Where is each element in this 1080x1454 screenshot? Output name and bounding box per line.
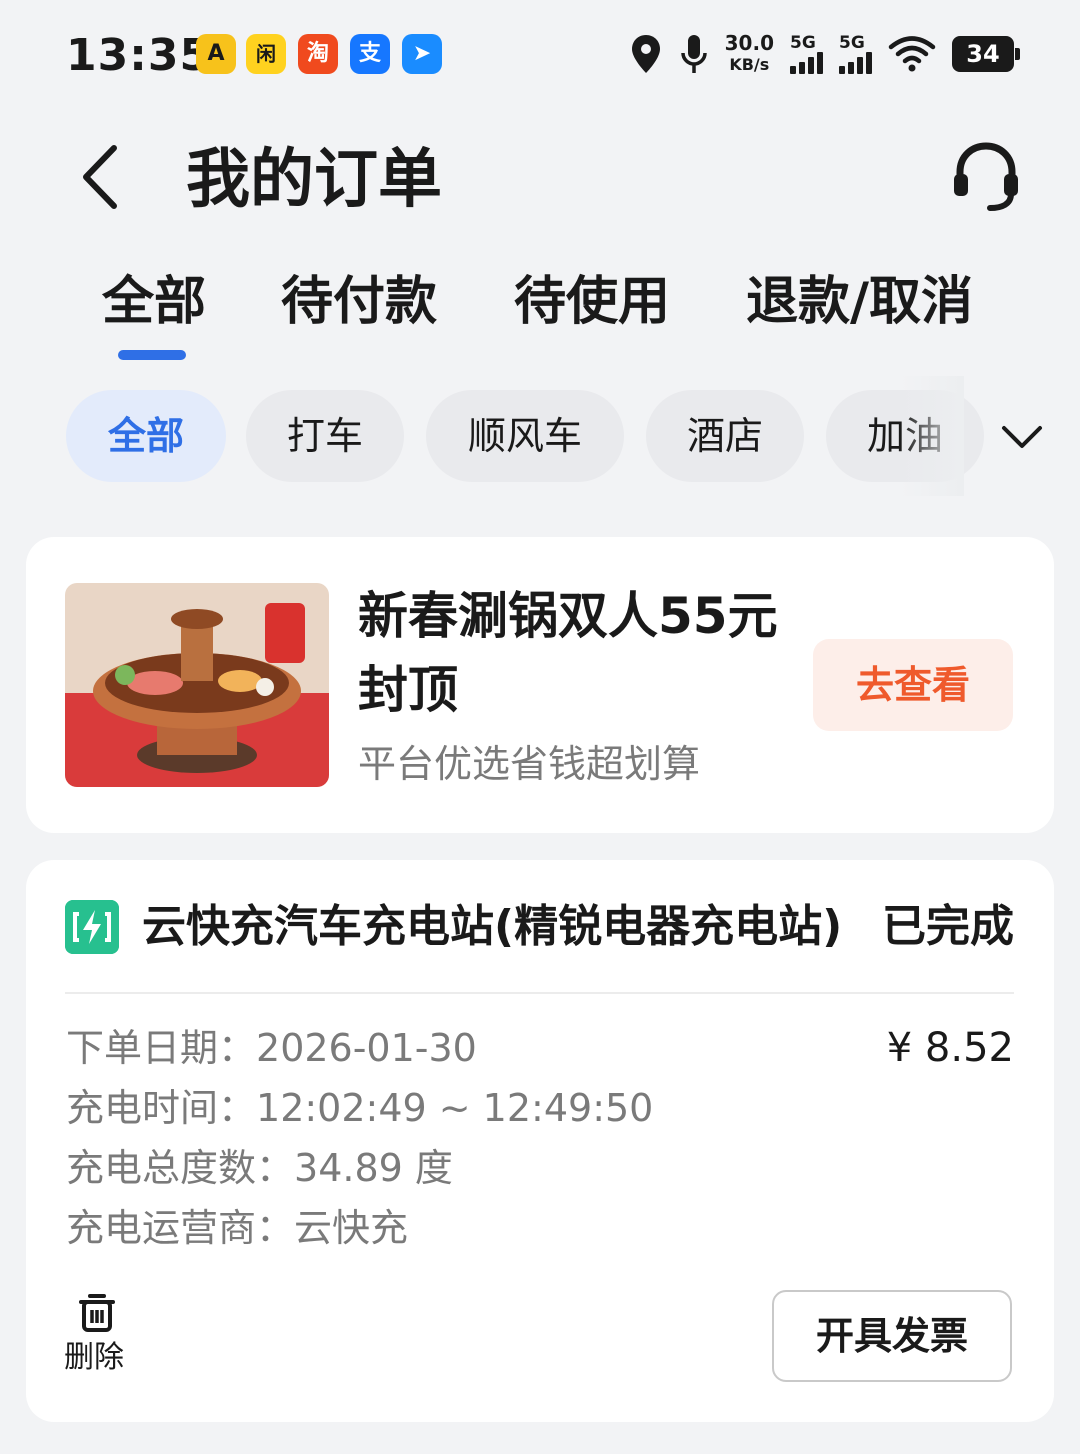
signal-5g-1: 5G — [790, 34, 823, 74]
filter-chip-all[interactable]: 全部 — [66, 390, 226, 482]
order-status-tabs: 全部 待付款 待使用 退款/取消 — [0, 268, 1080, 368]
order-status: 已完成 — [882, 901, 1014, 952]
filter-chip-taxi[interactable]: 打车 — [246, 390, 404, 482]
hotpot-promo-image — [65, 583, 329, 787]
alipay-app-icon: 支 — [350, 34, 390, 74]
signal-bars-icon — [839, 52, 872, 74]
back-arrow-icon[interactable] — [66, 142, 136, 212]
charging-station-logo-icon — [65, 900, 119, 954]
charging-time-row: 充电时间：12:02:49 ~ 12:49:50 — [66, 1086, 654, 1130]
active-tab-indicator — [118, 350, 186, 360]
delete-label: 删除 — [64, 1340, 124, 1375]
chevron-down-icon[interactable] — [998, 412, 1046, 460]
issue-invoice-button[interactable]: 开具发票 — [772, 1290, 1012, 1382]
filter-chip-carpool[interactable]: 顺风车 — [426, 390, 624, 482]
filter-chip-hotel[interactable]: 酒店 — [646, 390, 804, 482]
dingtalk-app-icon: ➤ — [402, 34, 442, 74]
category-filter-bar: 全部 打车 顺风车 酒店 加油 — [0, 376, 1080, 496]
location-icon — [631, 35, 660, 73]
microphone-icon — [680, 35, 707, 73]
signal-5g-2: 5G — [839, 34, 872, 74]
customer-service-headset-icon[interactable] — [948, 138, 1024, 214]
xianyu-app-icon: 闲 — [246, 34, 286, 74]
status-time: 13:35 — [66, 30, 212, 81]
card-divider — [65, 992, 1014, 994]
charging-kwh-row: 充电总度数：34.89 度 — [66, 1146, 453, 1190]
tab-pending-payment[interactable]: 待付款 — [281, 268, 437, 336]
battery-indicator: 34 — [952, 36, 1020, 72]
station-name: 云快充汽车充电站(精锐电器充电站) — [142, 901, 843, 952]
status-indicators: 30.0 KB/s 5G 5G 34 — [629, 28, 1020, 80]
promo-card[interactable]: 新春涮锅双人55元封顶 平台优选省钱超划算 去查看 — [26, 537, 1054, 833]
tab-to-use[interactable]: 待使用 — [514, 268, 670, 336]
trash-icon — [79, 1294, 115, 1332]
filter-bar-fade — [900, 376, 964, 496]
order-price: ¥ 8.52 — [886, 1025, 1014, 1071]
app-header: 我的订单 — [0, 120, 1080, 240]
status-bar: 13:35 A 闲 淘 支 ➤ 30.0 KB/s 5G 5G 34 — [0, 0, 1080, 110]
network-speed: 30.0 KB/s — [724, 31, 774, 74]
signal-bars-icon — [790, 52, 823, 74]
delete-order-button[interactable]: 删除 — [64, 1288, 134, 1384]
wifi-icon — [888, 36, 936, 72]
yellow-car-app-icon: A — [196, 34, 236, 74]
promo-title: 新春涮锅双人55元封顶 — [358, 587, 778, 719]
taobao-app-icon: 淘 — [298, 34, 338, 74]
orders-page: 13:35 A 闲 淘 支 ➤ 30.0 KB/s 5G 5G 34 我的订单 … — [0, 0, 1080, 1454]
order-date-row: 下单日期：2026-01-30 — [66, 1026, 477, 1070]
order-card[interactable]: 云快充汽车充电站(精锐电器充电站) 已完成 下单日期：2026-01-30 充电… — [26, 860, 1054, 1422]
view-promo-button[interactable]: 去查看 — [813, 639, 1013, 731]
page-title: 我的订单 — [186, 143, 442, 217]
operator-row: 充电运营商：云快充 — [66, 1206, 409, 1250]
promo-subtitle: 平台优选省钱超划算 — [358, 742, 701, 786]
tab-all[interactable]: 全部 — [102, 268, 206, 336]
tab-refund-cancel[interactable]: 退款/取消 — [746, 268, 973, 336]
